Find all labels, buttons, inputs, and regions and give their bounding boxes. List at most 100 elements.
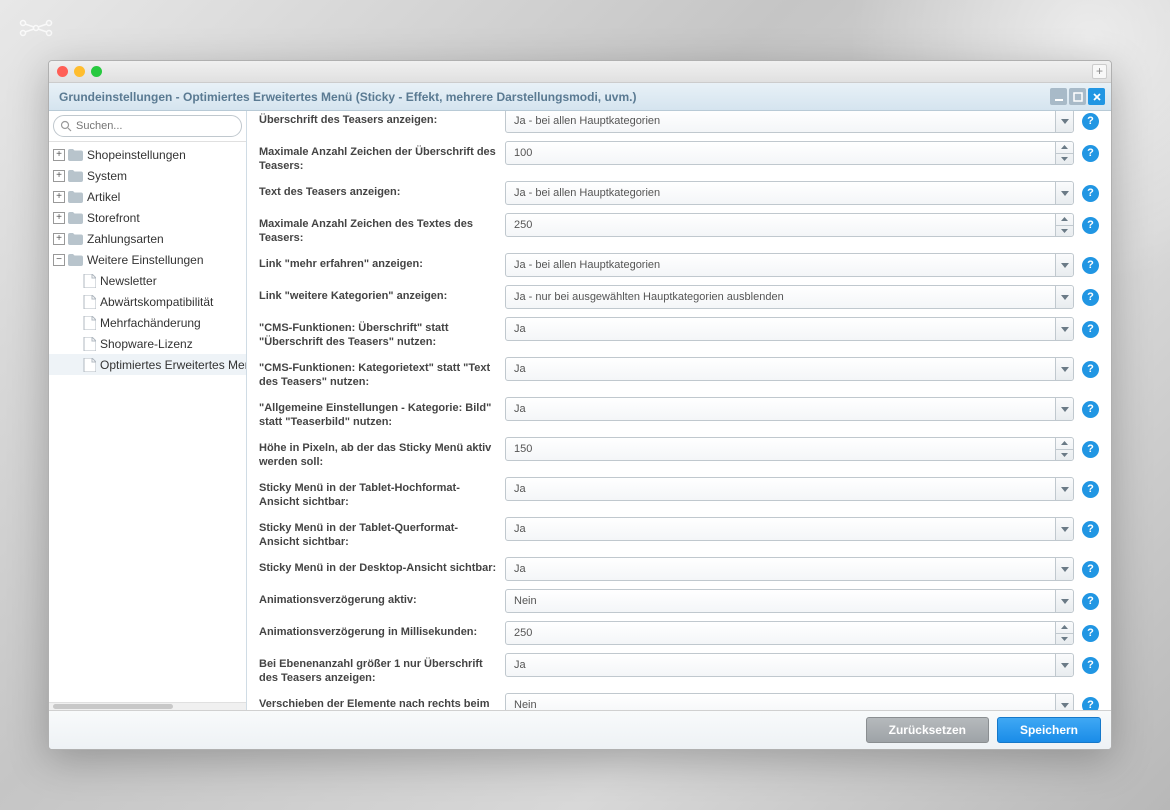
- combo-field[interactable]: Nein: [505, 589, 1074, 613]
- combo-field[interactable]: Ja: [505, 477, 1074, 501]
- chevron-down-icon[interactable]: [1055, 111, 1073, 132]
- window-close-dot[interactable]: [57, 66, 68, 77]
- chevron-down-icon[interactable]: [1055, 286, 1073, 308]
- combo-field[interactable]: Ja: [505, 317, 1074, 341]
- chevron-down-icon[interactable]: [1055, 318, 1073, 340]
- number-input[interactable]: [506, 219, 1055, 231]
- expand-icon[interactable]: +: [53, 149, 65, 161]
- sidebar-scrollbar[interactable]: [49, 702, 246, 710]
- help-icon[interactable]: ?: [1082, 593, 1099, 610]
- help-icon[interactable]: ?: [1082, 289, 1099, 306]
- tree-label: Mehrfachänderung: [100, 316, 201, 330]
- panel-minimize-button[interactable]: [1050, 88, 1067, 105]
- tree-folder[interactable]: −Weitere Einstellungen: [49, 249, 246, 270]
- combo-value: Ja: [506, 363, 1055, 375]
- tree-file[interactable]: Newsletter: [49, 270, 246, 291]
- help-icon[interactable]: ?: [1082, 481, 1099, 498]
- chevron-down-icon[interactable]: [1055, 358, 1073, 380]
- help-icon[interactable]: ?: [1082, 625, 1099, 642]
- number-input[interactable]: [506, 627, 1055, 639]
- new-tab-button[interactable]: +: [1092, 64, 1107, 79]
- spinner-up-icon[interactable]: [1056, 142, 1073, 154]
- combo-field[interactable]: Ja - bei allen Hauptkategorien: [505, 181, 1074, 205]
- help-icon[interactable]: ?: [1082, 521, 1099, 538]
- spinner[interactable]: [1055, 142, 1073, 164]
- chevron-down-icon[interactable]: [1055, 182, 1073, 204]
- spinner-down-icon[interactable]: [1056, 154, 1073, 165]
- chevron-down-icon[interactable]: [1055, 478, 1073, 500]
- field-label: Sticky Menü in der Tablet-Hochformat-Ans…: [259, 477, 505, 509]
- number-field[interactable]: [505, 141, 1074, 165]
- spinner-down-icon[interactable]: [1056, 450, 1073, 461]
- tree-file[interactable]: Shopware-Lizenz: [49, 333, 246, 354]
- chevron-down-icon[interactable]: [1055, 398, 1073, 420]
- tree-folder[interactable]: +Artikel: [49, 186, 246, 207]
- folder-icon: [68, 233, 83, 245]
- expand-icon[interactable]: +: [53, 170, 65, 182]
- chevron-down-icon[interactable]: [1055, 654, 1073, 676]
- tree-file[interactable]: Mehrfachänderung: [49, 312, 246, 333]
- number-field[interactable]: [505, 437, 1074, 461]
- combo-field[interactable]: Ja: [505, 653, 1074, 677]
- number-input[interactable]: [506, 443, 1055, 455]
- save-button[interactable]: Speichern: [997, 717, 1101, 743]
- combo-field[interactable]: Ja - nur bei ausgewählten Hauptkategorie…: [505, 285, 1074, 309]
- help-icon[interactable]: ?: [1082, 113, 1099, 130]
- chevron-down-icon[interactable]: [1055, 518, 1073, 540]
- number-field[interactable]: [505, 621, 1074, 645]
- combo-value: Ja - bei allen Hauptkategorien: [506, 115, 1055, 127]
- combo-field[interactable]: Ja: [505, 397, 1074, 421]
- spinner-up-icon[interactable]: [1056, 622, 1073, 634]
- help-icon[interactable]: ?: [1082, 321, 1099, 338]
- sidebar: +Shopeinstellungen+System+Artikel+Storef…: [49, 111, 247, 710]
- spinner[interactable]: [1055, 438, 1073, 460]
- tree-file[interactable]: Optimiertes Erweitertes Menü: [49, 354, 246, 375]
- spinner[interactable]: [1055, 622, 1073, 644]
- number-field[interactable]: [505, 213, 1074, 237]
- footer: Zurücksetzen Speichern: [49, 711, 1111, 749]
- window-minimize-dot[interactable]: [74, 66, 85, 77]
- combo-field[interactable]: Ja: [505, 557, 1074, 581]
- field-label: Überschrift des Teasers anzeigen:: [259, 111, 505, 127]
- help-icon[interactable]: ?: [1082, 145, 1099, 162]
- panel-header: Grundeinstellungen - Optimiertes Erweite…: [49, 83, 1111, 111]
- reset-button[interactable]: Zurücksetzen: [866, 717, 989, 743]
- expand-icon[interactable]: +: [53, 212, 65, 224]
- chevron-down-icon[interactable]: [1055, 694, 1073, 710]
- help-icon[interactable]: ?: [1082, 697, 1099, 711]
- spinner-up-icon[interactable]: [1056, 214, 1073, 226]
- help-icon[interactable]: ?: [1082, 657, 1099, 674]
- spinner-up-icon[interactable]: [1056, 438, 1073, 450]
- spinner-down-icon[interactable]: [1056, 226, 1073, 237]
- chevron-down-icon[interactable]: [1055, 558, 1073, 580]
- help-icon[interactable]: ?: [1082, 561, 1099, 578]
- spinner-down-icon[interactable]: [1056, 634, 1073, 645]
- panel-maximize-button[interactable]: [1069, 88, 1086, 105]
- tree-file[interactable]: Abwärtskompatibilität: [49, 291, 246, 312]
- combo-field[interactable]: Ja: [505, 357, 1074, 381]
- window-zoom-dot[interactable]: [91, 66, 102, 77]
- help-icon[interactable]: ?: [1082, 185, 1099, 202]
- help-icon[interactable]: ?: [1082, 361, 1099, 378]
- help-icon[interactable]: ?: [1082, 401, 1099, 418]
- number-input[interactable]: [506, 147, 1055, 159]
- help-icon[interactable]: ?: [1082, 217, 1099, 234]
- help-icon[interactable]: ?: [1082, 441, 1099, 458]
- expand-icon[interactable]: −: [53, 254, 65, 266]
- expand-icon[interactable]: +: [53, 233, 65, 245]
- combo-field[interactable]: Ja: [505, 517, 1074, 541]
- combo-field[interactable]: Ja - bei allen Hauptkategorien: [505, 253, 1074, 277]
- tree-folder[interactable]: +Storefront: [49, 207, 246, 228]
- tree-folder[interactable]: +System: [49, 165, 246, 186]
- chevron-down-icon[interactable]: [1055, 590, 1073, 612]
- expand-icon[interactable]: +: [53, 191, 65, 203]
- search-input[interactable]: [53, 115, 242, 137]
- chevron-down-icon[interactable]: [1055, 254, 1073, 276]
- combo-field[interactable]: Ja - bei allen Hauptkategorien: [505, 111, 1074, 133]
- panel-close-button[interactable]: [1088, 88, 1105, 105]
- tree-folder[interactable]: +Zahlungsarten: [49, 228, 246, 249]
- help-icon[interactable]: ?: [1082, 257, 1099, 274]
- tree-folder[interactable]: +Shopeinstellungen: [49, 144, 246, 165]
- combo-field[interactable]: Nein: [505, 693, 1074, 710]
- spinner[interactable]: [1055, 214, 1073, 236]
